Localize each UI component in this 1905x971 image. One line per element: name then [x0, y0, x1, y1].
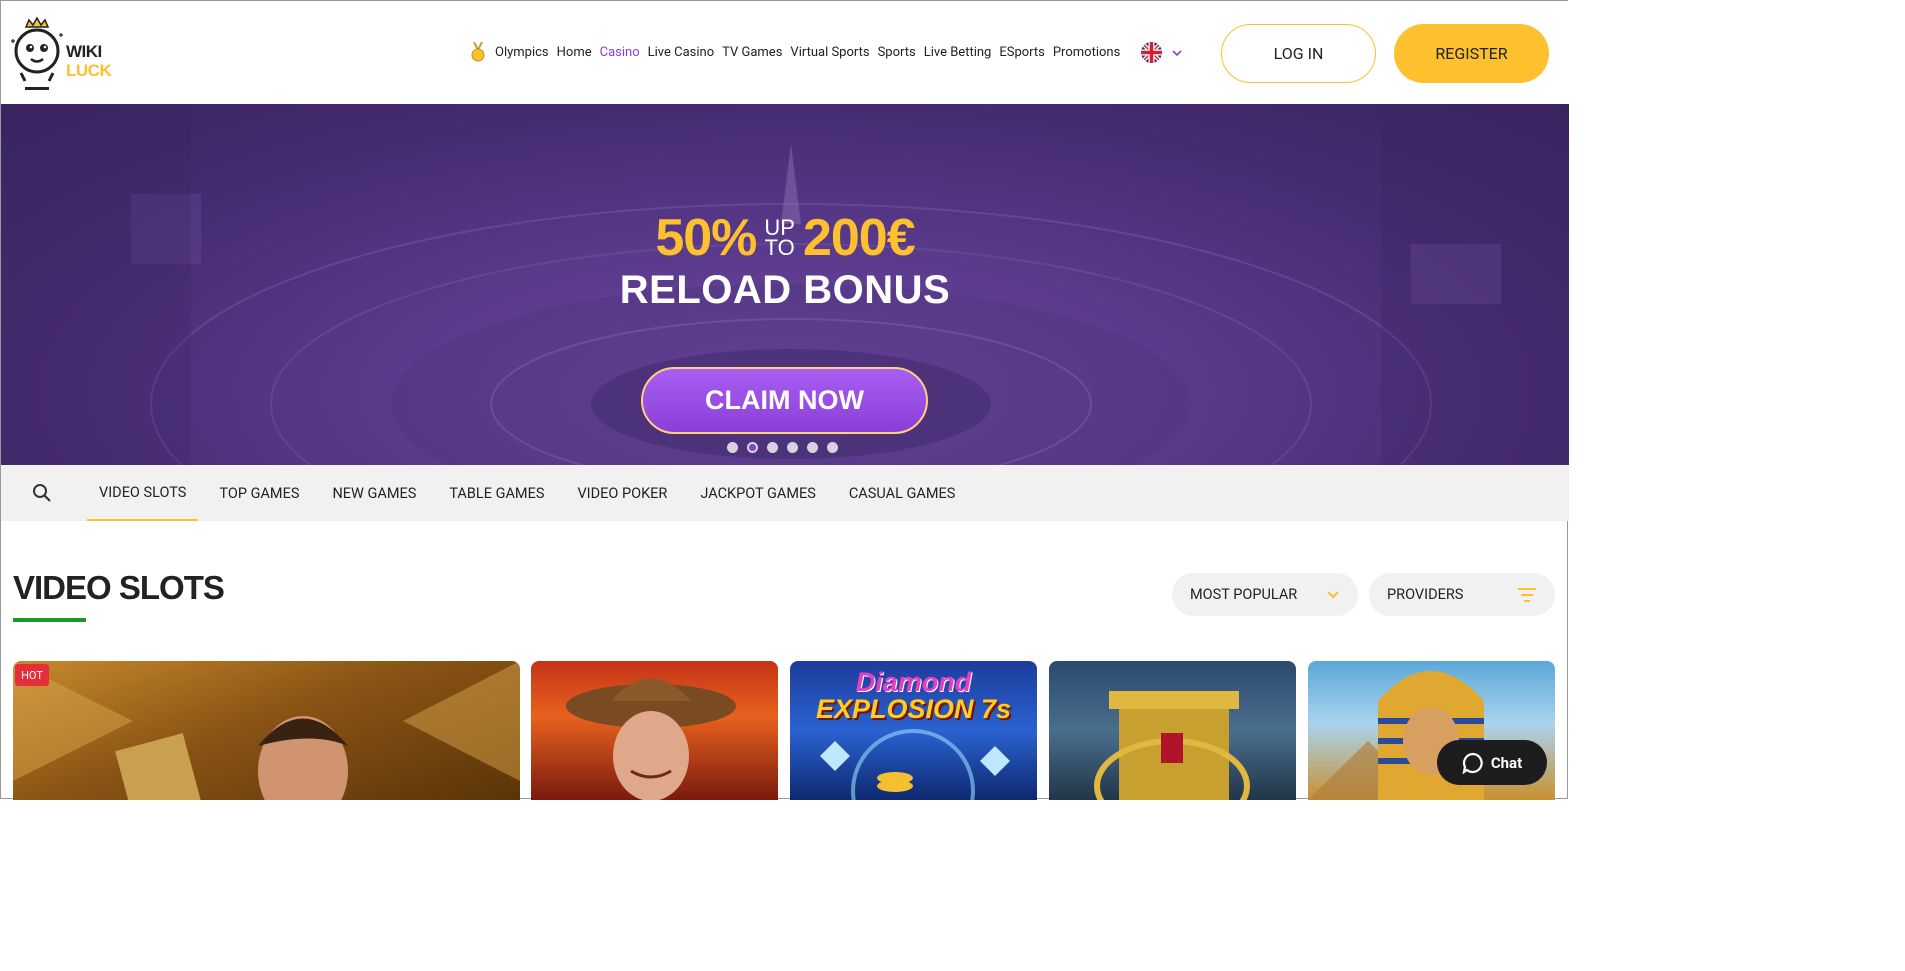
chat-button[interactable]: Chat	[1437, 740, 1547, 785]
promo-headline: RELOAD BONUS	[619, 268, 951, 312]
title-underline	[13, 618, 86, 622]
game-tile[interactable]	[1049, 661, 1296, 800]
promo-amount: 200€	[802, 209, 916, 267]
carousel-dot[interactable]	[727, 442, 738, 453]
site-header: WIKI LUCK Olympics Home Casino Live Casi…	[1, 1, 1569, 104]
nav-live-betting[interactable]: Live Betting	[924, 45, 992, 60]
sort-dropdown[interactable]: MOST POPULAR	[1172, 573, 1358, 616]
chevron-down-icon	[1327, 591, 1339, 599]
nav-tv-games[interactable]: TV Games	[722, 45, 782, 60]
search-icon	[33, 484, 51, 502]
tab-video-slots[interactable]: VIDEO SLOTS	[87, 465, 199, 521]
claim-now-button[interactable]: CLAIM NOW	[641, 367, 928, 434]
nav-olympics[interactable]: Olympics	[495, 45, 549, 60]
carousel-dot[interactable]	[787, 442, 798, 453]
carousel-dot[interactable]	[767, 442, 778, 453]
tab-table-games[interactable]: TABLE GAMES	[437, 465, 556, 521]
providers-filter[interactable]: PROVIDERS	[1369, 573, 1555, 616]
carousel-dot[interactable]	[807, 442, 818, 453]
nav-virtual-sports[interactable]: Virtual Sports	[790, 45, 869, 60]
logo-text-luck: LUCK	[66, 61, 112, 80]
language-selector[interactable]	[1141, 42, 1182, 63]
game-thumbnail	[13, 661, 520, 800]
game-tile[interactable]	[13, 661, 520, 800]
game-search-button[interactable]	[13, 465, 71, 521]
promo-text: 50% UP TO 200€ RELOAD BONUS	[1, 208, 1569, 313]
hot-badge: HOT	[15, 664, 49, 686]
game-thumbnail	[1094, 691, 1250, 800]
promo-to: TO	[764, 235, 795, 260]
game-tile[interactable]: Diamond EXPLOSION 7s	[790, 661, 1037, 800]
sort-label: MOST POPULAR	[1190, 586, 1298, 603]
tab-new-games[interactable]: NEW GAMES	[320, 465, 428, 521]
chevron-down-icon	[1172, 46, 1182, 60]
chat-label: Chat	[1490, 753, 1523, 772]
tab-video-poker[interactable]: VIDEO POKER	[565, 465, 679, 521]
game-thumbnail	[820, 729, 1010, 800]
carousel-dot[interactable]	[827, 442, 838, 453]
logo-text-wiki: WIKI	[66, 42, 102, 61]
nav-sports[interactable]: Sports	[878, 45, 916, 60]
nav-casino[interactable]: Casino	[600, 45, 640, 60]
login-button[interactable]: LOG IN	[1221, 24, 1376, 83]
providers-label: PROVIDERS	[1387, 586, 1464, 603]
main-nav: Olympics Home Casino Live Casino TV Game…	[471, 41, 1120, 62]
game-tile[interactable]	[531, 661, 778, 800]
filter-icon	[1518, 587, 1536, 602]
nav-home[interactable]: Home	[557, 45, 592, 60]
uk-flag-icon	[1141, 42, 1162, 63]
chat-bubble-icon	[1462, 752, 1483, 774]
section-title: VIDEO SLOTS	[13, 569, 225, 606]
tab-top-games[interactable]: TOP GAMES	[207, 465, 311, 521]
category-bar: VIDEO SLOTS TOP GAMES NEW GAMES TABLE GA…	[1, 465, 1569, 521]
tab-jackpot-games[interactable]: JACKPOT GAMES	[688, 465, 828, 521]
carousel-dots	[727, 442, 838, 453]
promo-percent: 50%	[655, 209, 757, 267]
carousel-dot-active[interactable]	[747, 442, 758, 453]
nav-promotions[interactable]: Promotions	[1053, 45, 1120, 60]
nav-esports[interactable]: ESports	[999, 45, 1045, 60]
game-thumbnail	[566, 678, 736, 800]
register-button[interactable]: REGISTER	[1394, 24, 1549, 83]
tab-casual-games[interactable]: CASUAL GAMES	[837, 465, 967, 521]
promo-banner: 50% UP TO 200€ RELOAD BONUS CLAIM NOW	[1, 104, 1569, 465]
mascot-icon	[11, 16, 63, 90]
medal-icon	[471, 41, 485, 62]
wikiluck-logo[interactable]: WIKI LUCK	[7, 15, 117, 91]
nav-live-casino[interactable]: Live Casino	[648, 45, 715, 60]
